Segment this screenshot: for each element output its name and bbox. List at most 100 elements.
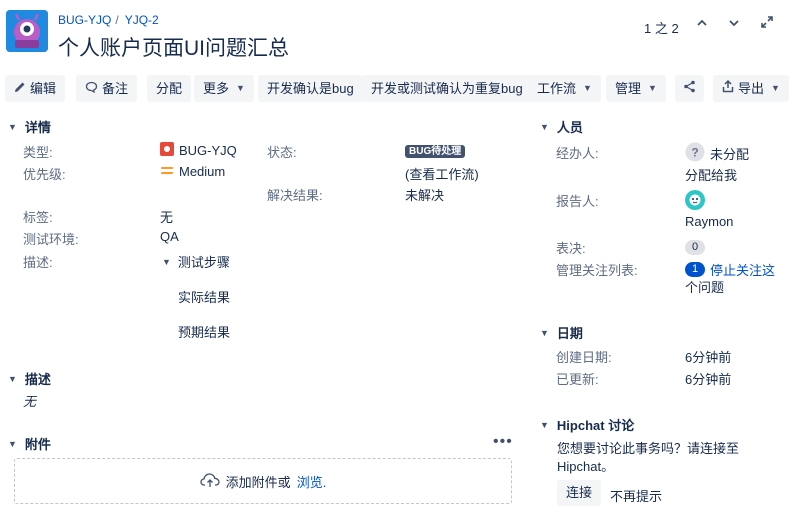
status-badge: BUG待处理	[405, 142, 466, 158]
workflow-button-label: 工作流	[537, 81, 577, 96]
status-badge-text: BUG待处理	[405, 145, 466, 158]
dev-confirm-bug-button[interactable]: 开发确认是bug	[258, 75, 363, 102]
assign-button[interactable]: 分配	[147, 75, 192, 102]
tags-label: 标签:	[23, 210, 53, 225]
workflow-button[interactable]: 工作流 ▼	[528, 75, 601, 102]
dates-section-title: 日期	[556, 326, 583, 341]
cloud-upload-icon	[200, 472, 220, 491]
admin-button-label: 管理	[615, 81, 642, 96]
expand-icon[interactable]	[757, 15, 777, 35]
actual-result-label: 实际结果	[178, 290, 231, 305]
chevron-up-icon[interactable]	[692, 15, 712, 35]
test-env-label: 测试环境:	[23, 232, 79, 247]
dates-section-header[interactable]: ▼ 日期	[540, 323, 583, 342]
chevron-down-icon: ▼	[8, 438, 17, 449]
dismiss-link[interactable]: 不再提示	[610, 486, 662, 505]
svg-text:?: ?	[691, 146, 698, 160]
stop-watching-link-continued[interactable]: 个问题	[685, 277, 724, 296]
export-button-label: 导出	[738, 81, 765, 96]
priority-label: 优先级:	[23, 167, 66, 182]
priority-medium-icon	[160, 164, 174, 179]
share-icon	[683, 75, 696, 102]
chevron-down-icon[interactable]	[724, 15, 744, 35]
breadcrumb-issue-link[interactable]: YJQ-2	[125, 13, 159, 27]
edit-button-label: 编辑	[30, 81, 57, 96]
priority-value-text: Medium	[179, 164, 226, 179]
caret-down-icon: ▼	[648, 83, 657, 93]
comment-button-label: 备注	[102, 81, 129, 96]
bug-icon	[160, 142, 174, 159]
chevron-down-icon: ▼	[162, 256, 171, 267]
updated-value: 6分钟前	[685, 372, 732, 387]
issue-pager: 1 之 2	[644, 21, 679, 36]
issue-title[interactable]: 个人账户页面UI问题汇总	[58, 32, 289, 62]
edit-button[interactable]: 编辑	[5, 75, 66, 102]
admin-button[interactable]: 管理 ▼	[606, 75, 666, 102]
reporter-value[interactable]: Raymon	[685, 214, 733, 229]
more-icon[interactable]: •••	[493, 433, 513, 451]
votes-count: 0	[685, 240, 705, 255]
expected-result-label: 预期结果	[178, 325, 231, 340]
chevron-down-icon: ▼	[540, 327, 549, 338]
resolution-label: 解决结果:	[267, 188, 323, 203]
type-value-text: BUG-YJQ	[179, 143, 237, 158]
hipchat-section-title: Hipchat 讨论	[556, 418, 635, 433]
status-label: 状态:	[267, 145, 297, 160]
votes-label: 表决:	[556, 241, 586, 256]
chevron-down-icon: ▼	[8, 121, 17, 132]
view-workflow-link[interactable]: (查看工作流)	[405, 164, 479, 183]
reporter-label: 报告人:	[556, 194, 599, 209]
type-label: 类型:	[23, 145, 53, 160]
watchers-count[interactable]: 1	[685, 262, 705, 277]
test-steps-label: 测试步骤	[177, 255, 230, 270]
browse-link[interactable]: 浏览.	[297, 472, 327, 491]
type-value: BUG-YJQ	[160, 142, 237, 159]
resolution-value: 未解决	[405, 188, 445, 203]
people-section-header[interactable]: ▼ 人员	[540, 117, 583, 136]
created-value: 6分钟前	[685, 350, 732, 365]
assignee-value-text: 未分配	[710, 147, 750, 162]
watchers-label: 管理关注列表:	[556, 263, 638, 278]
project-avatar[interactable]	[6, 10, 48, 52]
more-button-label: 更多	[203, 81, 230, 96]
export-button[interactable]: 导出 ▼	[713, 75, 789, 102]
breadcrumb: BUG-YJQ / YJQ-2	[58, 13, 159, 27]
details-section-header[interactable]: ▼ 详情	[8, 117, 51, 136]
chevron-down-icon: ▼	[8, 373, 17, 384]
chevron-down-icon: ▼	[540, 419, 549, 430]
hipchat-section-header[interactable]: ▼ Hipchat 讨论	[540, 415, 634, 434]
breadcrumb-project-link[interactable]: BUG-YJQ	[58, 13, 111, 27]
tags-value[interactable]: 无	[160, 207, 173, 226]
caret-down-icon: ▼	[771, 83, 780, 93]
people-section-title: 人员	[556, 120, 583, 135]
attachments-section-title: 附件	[24, 437, 51, 452]
dropzone-text: 添加附件或	[225, 474, 291, 490]
priority-value: Medium	[160, 164, 225, 179]
share-button[interactable]	[675, 75, 704, 102]
export-icon	[722, 75, 734, 102]
test-steps-toggle[interactable]: ▼ 测试步骤	[162, 252, 230, 271]
details-section-title: 详情	[24, 120, 51, 135]
user-avatar[interactable]	[685, 190, 705, 213]
more-button[interactable]: 更多 ▼	[194, 75, 254, 102]
description-value[interactable]: 无	[23, 391, 36, 410]
unknown-user-icon: ?	[685, 142, 705, 165]
test-env-value[interactable]: QA	[160, 229, 179, 244]
dev-test-confirm-duplicate-button[interactable]: 开发或测试确认为重复bug	[362, 75, 532, 102]
chevron-down-icon: ▼	[540, 121, 549, 132]
description-section-header[interactable]: ▼ 描述	[8, 369, 51, 388]
assign-to-me-link[interactable]: 分配给我	[685, 165, 737, 184]
caret-down-icon: ▼	[236, 83, 245, 93]
hipchat-prompt-line2: Hipchat。	[557, 459, 615, 474]
attachment-dropzone[interactable]: 添加附件或 浏览.	[14, 458, 512, 504]
assignee-value[interactable]: ? 未分配	[685, 142, 749, 165]
created-label: 创建日期:	[556, 350, 612, 365]
comment-button[interactable]: 备注	[76, 75, 138, 102]
description-section-title: 描述	[24, 372, 51, 387]
votes-badge[interactable]: 0	[685, 238, 705, 255]
pencil-icon	[14, 75, 26, 102]
updated-label: 已更新:	[556, 372, 599, 387]
comment-icon	[85, 75, 98, 102]
attachments-section-header[interactable]: ▼ 附件	[8, 434, 51, 453]
connect-button[interactable]: 连接	[557, 480, 602, 506]
